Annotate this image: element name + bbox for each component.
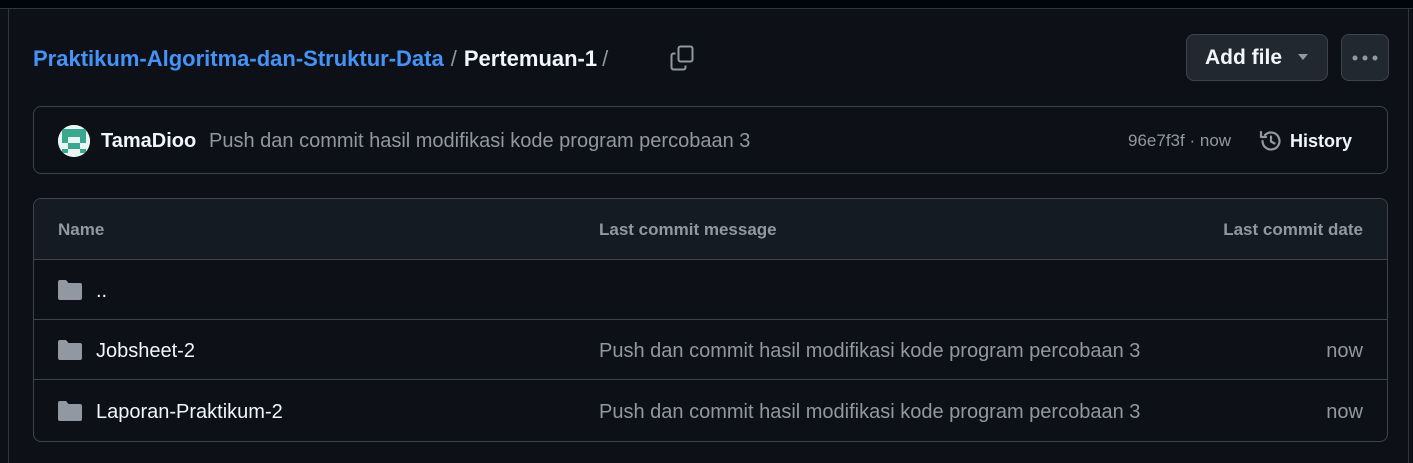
top-edge <box>0 0 1413 9</box>
breadcrumb-current-folder: Pertemuan-1 <box>463 46 598 71</box>
row-parent-directory-link[interactable]: .. <box>96 279 107 303</box>
breadcrumb: Praktikum-Algoritma-dan-Struktur-Data / … <box>33 45 615 73</box>
row-commit-message-link[interactable]: Push dan commit hasil modifikasi kode pr… <box>599 400 1140 424</box>
table-row[interactable]: Jobsheet-2 Push dan commit hasil modifik… <box>34 320 1387 380</box>
kebab-horizontal-icon <box>1352 55 1378 60</box>
history-button[interactable]: History <box>1258 126 1352 156</box>
breadcrumb-repo-link[interactable]: Praktikum-Algoritma-dan-Struktur-Data <box>33 45 444 73</box>
row-commit-message-link[interactable]: Push dan commit hasil modifikasi kode pr… <box>599 339 1140 363</box>
column-header-last-commit-date: Last commit date <box>1223 220 1363 239</box>
latest-commit-box: TamaDioo Push dan commit hasil modifikas… <box>33 106 1388 174</box>
commit-message-link[interactable]: Push dan commit hasil modifikasi kode pr… <box>209 129 750 153</box>
history-icon <box>1259 130 1281 151</box>
commit-meta-separator: · <box>1189 131 1196 150</box>
add-file-button[interactable]: Add file <box>1186 34 1328 81</box>
row-commit-date: now <box>1326 340 1363 362</box>
row-commit-date: now <box>1326 401 1363 423</box>
identicon-graphic <box>58 125 90 157</box>
table-row[interactable]: .. <box>34 260 1387 320</box>
breadcrumb-trailing-separator: / <box>602 46 609 71</box>
triangle-down-icon <box>1298 54 1308 60</box>
column-header-name: Name <box>58 220 105 239</box>
copy-path-button[interactable] <box>667 43 697 73</box>
folder-icon <box>58 401 82 421</box>
more-options-button[interactable] <box>1341 34 1389 81</box>
row-folder-name-link[interactable]: Jobsheet-2 <box>96 339 195 363</box>
table-header-row: Name Last commit message Last commit dat… <box>34 199 1387 260</box>
copy-icon <box>670 45 694 71</box>
directory-header: Praktikum-Algoritma-dan-Struktur-Data / … <box>33 34 1389 84</box>
left-divider <box>8 9 9 463</box>
commit-sha-link[interactable]: 96e7f3f <box>1128 131 1185 150</box>
commit-author-link[interactable]: TamaDioo <box>101 129 196 153</box>
commit-meta: 96e7f3f · now <box>1128 131 1231 151</box>
breadcrumb-separator: / <box>450 46 457 71</box>
table-row[interactable]: Laporan-Praktikum-2 Push dan commit hasi… <box>34 381 1387 441</box>
history-label: History <box>1290 130 1353 151</box>
column-header-last-commit-message: Last commit message <box>599 220 777 239</box>
right-divider <box>1408 9 1409 463</box>
file-table: Name Last commit message Last commit dat… <box>33 198 1388 442</box>
avatar[interactable] <box>58 125 90 157</box>
folder-icon <box>58 340 82 360</box>
folder-icon <box>58 280 82 300</box>
add-file-label: Add file <box>1205 45 1282 69</box>
commit-time: now <box>1199 131 1232 150</box>
row-folder-name-link[interactable]: Laporan-Praktikum-2 <box>96 400 283 424</box>
